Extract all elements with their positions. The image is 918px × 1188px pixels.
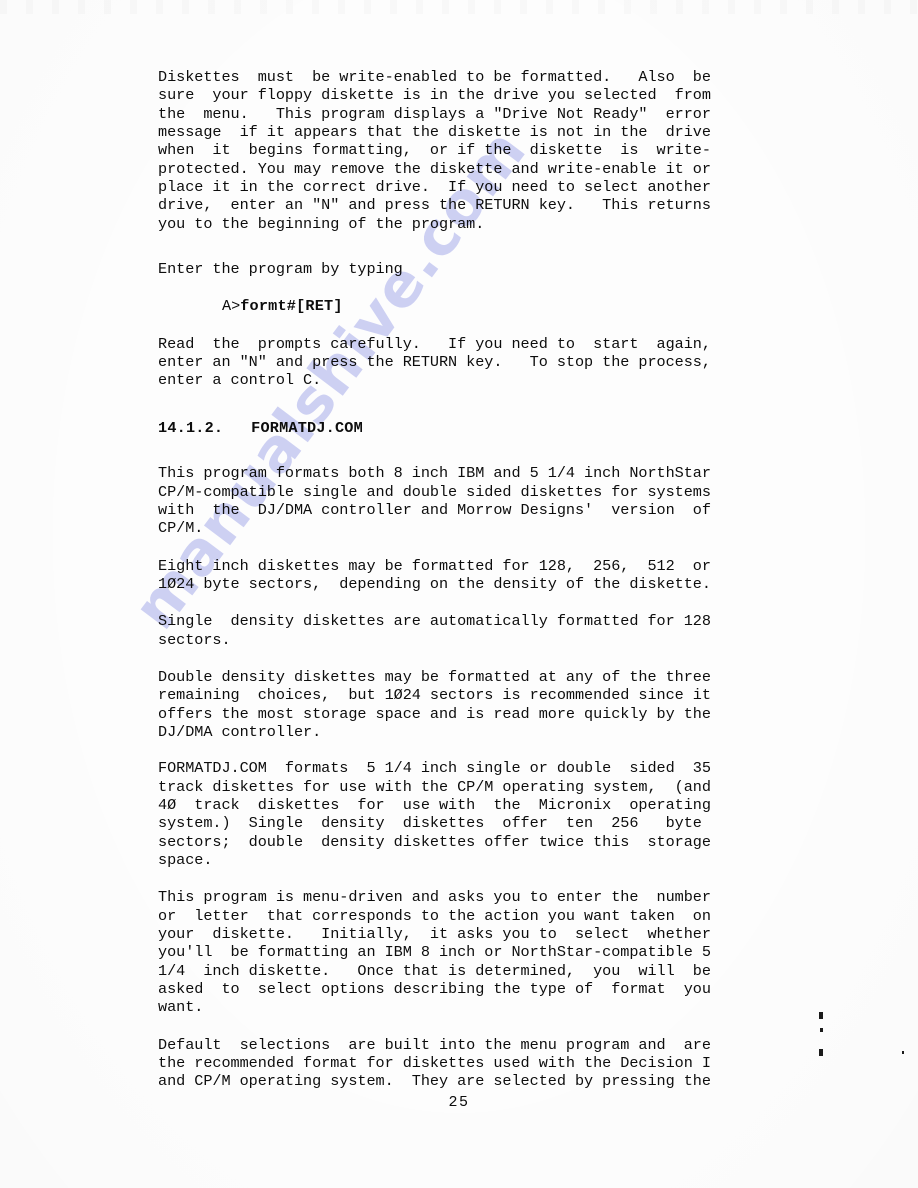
paragraph-formatdj-tracks: FORMATDJ.COM formats 5 1/4 inch single o… [158,759,711,869]
paragraph-enter-program: Enter the program by typing [158,260,403,279]
command-text: formt#[RET] [240,297,343,316]
scan-speck-artifact [902,1051,904,1054]
paragraph-single-density: Single density diskettes are automatical… [158,612,711,649]
section-heading-formatdj: 14.1.2. FORMATDJ.COM [158,418,363,437]
command-prompt: A> [222,297,241,316]
command-line-example: A>formt#[RET] [158,297,824,315]
scanned-document-page: manualshive.com Diskettes must be write-… [0,0,918,1188]
paragraph-program-formats: This program formats both 8 inch IBM and… [158,464,711,538]
paragraph-default-selections: Default selections are built into the me… [158,1035,711,1091]
paragraph-read-prompts: Read the prompts carefully. If you need … [158,334,711,390]
page-number: 25 [448,1094,470,1111]
paragraph-menu-driven: This program is menu-driven and asks you… [158,888,711,1017]
paragraph-double-density: Double density diskettes may be formatte… [158,667,711,741]
paragraph-eight-inch-sectors: Eight inch diskettes may be formatted fo… [158,556,711,593]
document-text-body: Diskettes must be write-enabled to be fo… [158,68,824,1091]
paragraph-diskette-write-enable: Diskettes must be write-enabled to be fo… [158,68,711,233]
scan-edge-artifact [0,0,918,14]
